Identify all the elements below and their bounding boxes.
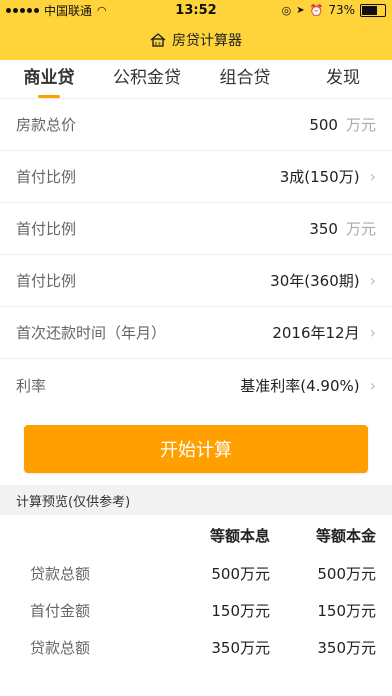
tab-provident-fund-loan[interactable]: 公积金贷 — [98, 63, 196, 98]
rotation-lock-icon: ◎ — [281, 3, 292, 17]
preview-table-header: 等额本息 等额本金 — [16, 515, 376, 555]
down-payment-ratio-row[interactable]: 首付比例 3成(150万) › — [0, 151, 392, 203]
table-row: 贷款总额 500万元 500万元 — [16, 555, 376, 592]
tab-combined-loan[interactable]: 组合贷 — [196, 63, 294, 98]
row-label: 贷款总额 — [30, 565, 91, 583]
loan-term-label: 首付比例 — [16, 272, 77, 290]
tab-label: 公积金贷 — [113, 68, 181, 88]
app-header: 中国联通 ◠ 13:52 ◎ ➤ ⏰ 73% x+ 房贷计算器 — [0, 0, 392, 60]
preview-section-title: 计算预览(仅供参考) — [0, 485, 392, 515]
loan-amount-label: 首付比例 — [16, 220, 77, 238]
title-bar: x+ 房贷计算器 — [0, 20, 392, 60]
total-price-label: 房款总价 — [16, 116, 77, 134]
interest-rate-row[interactable]: 利率 基准利率(4.90%) › — [0, 359, 392, 411]
interest-rate-label: 利率 — [16, 376, 47, 395]
app-title: 房贷计算器 — [172, 33, 242, 49]
first-payment-date-value: 2016年12月 — [272, 324, 360, 342]
location-icon: ➤ — [296, 4, 305, 16]
tab-label: 组合贷 — [219, 68, 271, 88]
preview-table: 等额本息 等额本金 贷款总额 500万元 500万元 首付金额 150万元 15… — [0, 515, 392, 666]
cell-value: 500万元 — [317, 565, 376, 583]
total-price-row[interactable]: 房款总价 500 万元 — [0, 99, 392, 151]
loan-amount-input[interactable]: 350 — [309, 220, 338, 238]
loan-term-row[interactable]: 首付比例 30年(360期) › — [0, 255, 392, 307]
chevron-right-icon: › — [369, 167, 376, 186]
first-payment-date-row[interactable]: 首次还款时间（年月） 2016年12月 › — [0, 307, 392, 359]
wifi-icon: ◠ — [97, 3, 107, 17]
calculate-button[interactable]: 开始计算 — [24, 425, 368, 473]
table-row: 贷款总额 350万元 350万元 — [16, 629, 376, 666]
status-bar: 中国联通 ◠ 13:52 ◎ ➤ ⏰ 73% — [0, 0, 392, 20]
chevron-right-icon: › — [369, 375, 376, 395]
house-icon: x+ — [150, 33, 166, 47]
battery-icon — [360, 3, 386, 17]
row-label: 首付金额 — [30, 602, 91, 620]
row-label: 贷款总额 — [30, 639, 91, 657]
tab-commercial-loan[interactable]: 商业贷 — [0, 63, 98, 98]
cell-value: 150万元 — [211, 602, 270, 620]
unit-label: 万元 — [345, 220, 376, 238]
svg-text:x+: x+ — [154, 41, 161, 47]
column-header-equal-installment: 等额本息 — [209, 526, 270, 545]
down-payment-ratio-value: 3成(150万) — [279, 168, 360, 186]
table-row: 首付金额 150万元 150万元 — [16, 592, 376, 629]
cell-value: 350万元 — [317, 639, 376, 657]
carrier-label: 中国联通 — [44, 3, 93, 18]
loan-type-tabs: 商业贷 公积金贷 组合贷 发现 — [0, 60, 392, 99]
first-payment-date-label: 首次还款时间（年月） — [16, 324, 167, 342]
total-price-input[interactable]: 500 — [309, 116, 338, 134]
alarm-icon: ⏰ — [309, 3, 324, 17]
interest-rate-value: 基准利率(4.90%) — [240, 376, 360, 395]
unit-label: 万元 — [345, 116, 376, 134]
cell-value: 150万元 — [317, 602, 376, 620]
tab-discover[interactable]: 发现 — [294, 63, 392, 98]
loan-term-value: 30年(360期) — [270, 272, 360, 290]
loan-form: 房款总价 500 万元 首付比例 3成(150万) › 首付比例 350 万元 首付比… — [0, 99, 392, 411]
signal-icon — [6, 7, 39, 13]
cell-value: 350万元 — [211, 639, 270, 657]
calculate-button-container: 开始计算 — [0, 411, 392, 485]
chevron-right-icon: › — [369, 271, 376, 290]
active-tab-indicator — [38, 95, 60, 98]
loan-amount-row[interactable]: 首付比例 350 万元 — [0, 203, 392, 255]
down-payment-ratio-label: 首付比例 — [16, 168, 77, 186]
battery-percent: 73% — [328, 3, 355, 17]
tab-label: 商业贷 — [23, 68, 75, 88]
tab-label: 发现 — [326, 68, 360, 88]
column-header-equal-principal: 等额本金 — [315, 526, 376, 545]
cell-value: 500万元 — [211, 565, 270, 583]
chevron-right-icon: › — [369, 323, 376, 342]
